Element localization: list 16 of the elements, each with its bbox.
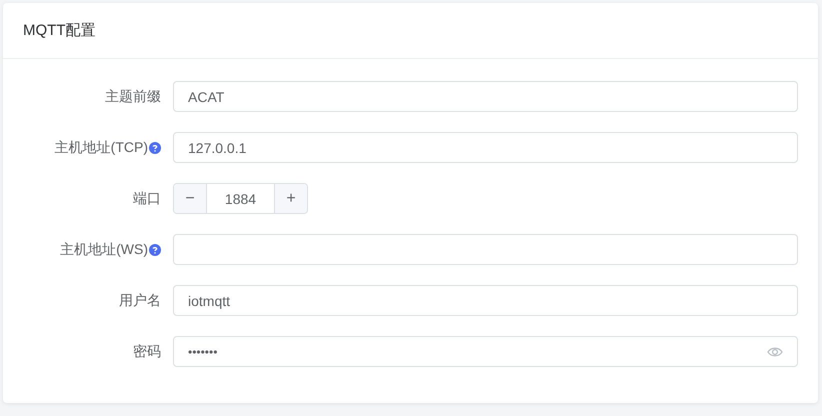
number-input[interactable]: − 1884 + [173,183,308,214]
help-icon[interactable] [149,142,161,154]
field-label: 主机地址(WS) [60,240,148,258]
field-label: 主题前缀 [105,88,161,106]
input-field[interactable]: ACAT [173,81,798,112]
field-label: 密码 [133,342,161,360]
password-field[interactable]: ••••••• [173,336,798,367]
decrement-button[interactable]: − [174,184,206,213]
field-label: 端口 [133,190,161,208]
card-title: MQTT配置 [23,21,96,40]
increment-button[interactable]: + [275,184,307,213]
field-label: 用户名 [119,292,161,310]
input-field[interactable]: 127.0.0.1 [173,132,798,163]
field-label: 主机地址(TCP) [54,138,148,156]
input-field[interactable]: iotmqtt [173,285,798,316]
help-icon[interactable] [149,244,161,256]
